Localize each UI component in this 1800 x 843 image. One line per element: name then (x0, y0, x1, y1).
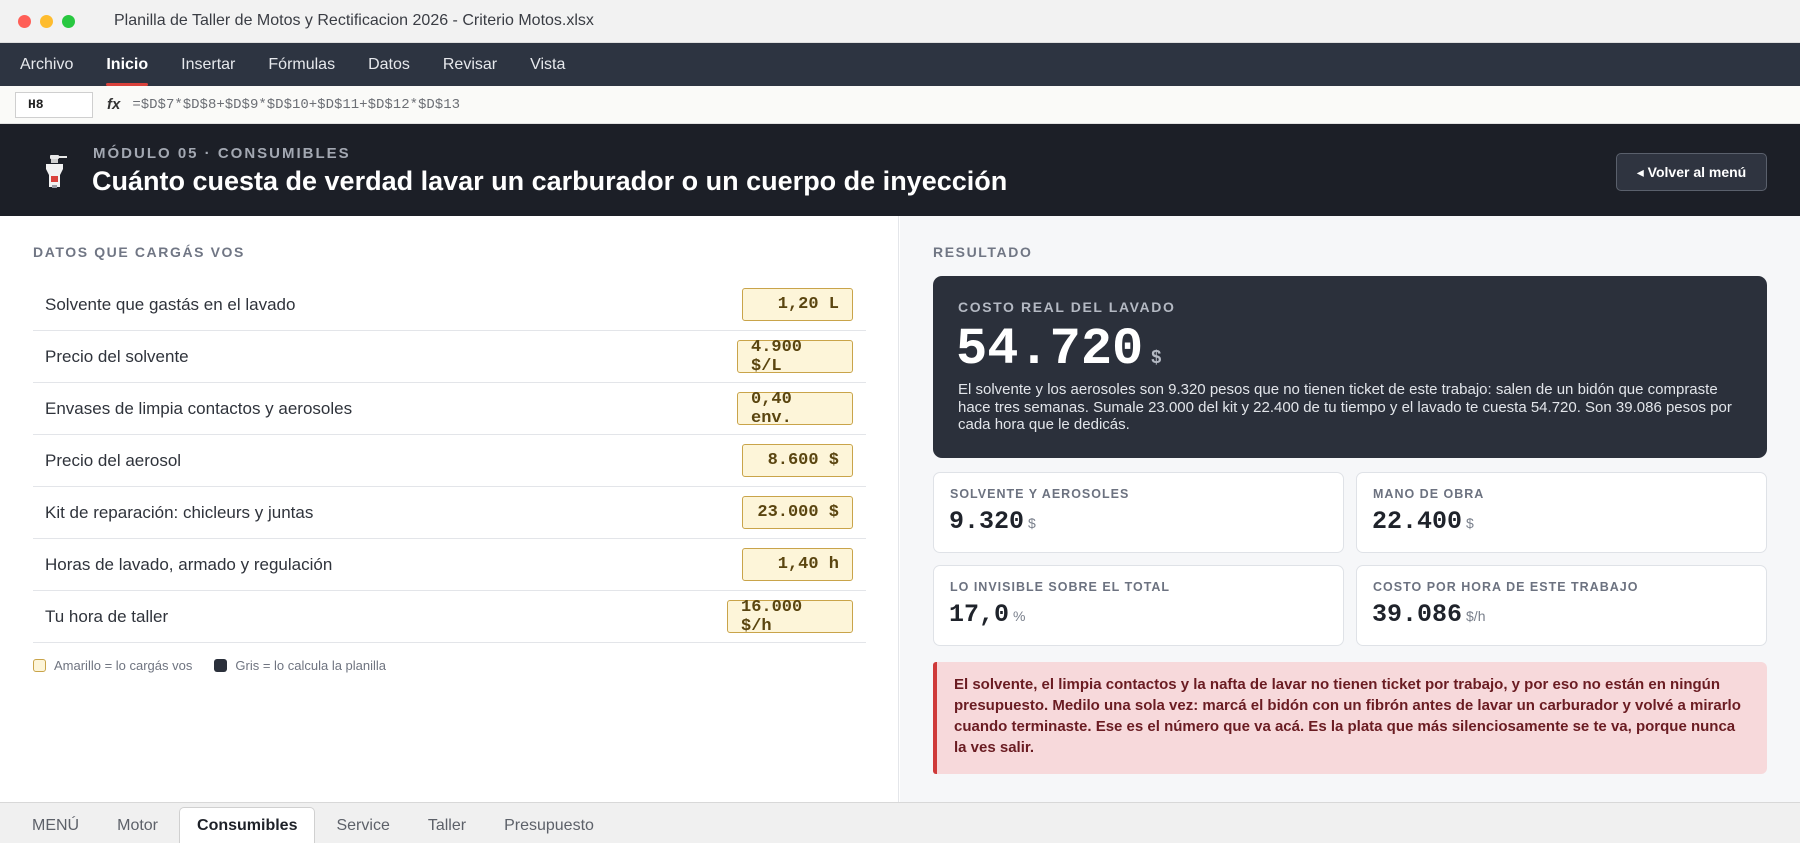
warning-callout: El solvente, el limpia contactos y la na… (933, 662, 1767, 774)
input-label: Envases de limpia contactos y aerosoles (45, 398, 353, 418)
results-section-title: RESULTADO (933, 244, 1033, 260)
solvent-price-input[interactable]: 4.900 $/L (737, 338, 853, 376)
ribbon-tab-formulas[interactable]: Fórmulas (268, 43, 335, 86)
back-to-menu-button[interactable]: ◂ Volver al menú (1616, 153, 1767, 191)
total-cost-label: COSTO REAL DEL LAVADO (958, 299, 1176, 315)
legend-swatch-yellow (33, 659, 46, 672)
input-label: Horas de lavado, armado y regulación (45, 554, 333, 574)
input-row-solvent-price: Precio del solvente 4.900 $/L (33, 331, 866, 383)
ribbon-tab-datos[interactable]: Datos (368, 43, 410, 86)
ribbon-tab-vista[interactable]: Vista (530, 43, 565, 86)
input-label: Precio del aerosol (45, 450, 182, 470)
card-value: 9.320 (949, 507, 1025, 536)
ribbon-tab-inicio[interactable]: Inicio (106, 43, 148, 86)
card-value-line: 9.320 $ (949, 507, 1036, 536)
card-value: 39.086 (1372, 600, 1463, 629)
fx-icon: fx (107, 96, 121, 113)
sheet-tab-motor[interactable]: Motor (100, 809, 175, 843)
input-row-hourly-rate: Tu hora de taller 16.000 $/h (33, 591, 866, 643)
sheet-tab-consumibles[interactable]: Consumibles (179, 807, 316, 843)
maximize-window-button[interactable] (62, 14, 75, 28)
card-value-line: 22.400 $ (1372, 507, 1474, 536)
window-title: Planilla de Taller de Motos y Rectificac… (114, 12, 594, 29)
formula-input[interactable]: =$D$7*$D$8+$D$9*$D$10+$D$11+$D$12*$D$13 (132, 97, 460, 113)
window-controls (18, 14, 75, 28)
total-cost-card: COSTO REAL DEL LAVADO 54.720 $ El solvent… (933, 276, 1767, 458)
color-legend: Amarillo = lo cargás vos Gris = lo calcu… (33, 658, 386, 673)
hourly-rate-input[interactable]: 16.000 $/h (727, 598, 853, 636)
card-label: LO INVISIBLE SOBRE EL TOTAL (950, 580, 1171, 594)
legend-swatch-gray (214, 659, 228, 672)
inputs-panel: DATOS QUE CARGÁS VOS Solvente que gastás… (0, 216, 899, 802)
card-value-line: 39.086 $/h (1372, 600, 1485, 629)
legend-gray-text: Gris = lo calcula la planilla (235, 658, 387, 673)
aerosol-price-input[interactable]: 8.600 $ (742, 444, 853, 477)
card-value: 17,0 (949, 600, 1010, 629)
input-label: Precio del solvente (45, 346, 189, 366)
cell-name-box[interactable]: H8 (15, 91, 93, 118)
sheet-tab-menu[interactable]: MENÚ (15, 809, 96, 843)
card-unit: $ (1028, 515, 1036, 531)
ribbon-tab-archivo[interactable]: Archivo (20, 43, 73, 86)
input-label: Tu hora de taller (45, 606, 169, 626)
total-cost-description: El solvente y los aerosoles son 9.320 pe… (958, 381, 1732, 433)
card-unit: $ (1466, 515, 1474, 531)
legend-yellow-text: Amarillo = lo cargás vos (54, 658, 193, 673)
labor-hours-input[interactable]: 1,40 h (742, 548, 853, 581)
total-cost-value-line: 54.720 $ (956, 320, 1161, 379)
input-label: Solvente que gastás en el lavado (45, 294, 296, 314)
module-title: Cuánto cuesta de verdad lavar un carbura… (92, 166, 1008, 196)
total-cost-unit: $ (1151, 347, 1162, 367)
invisible-share-card: LO INVISIBLE SOBRE EL TOTAL 17,0% (933, 565, 1344, 646)
card-value-line: 17,0% (949, 600, 1025, 629)
card-unit: % (1013, 608, 1026, 624)
labor-card: MANO DE OBRA 22.400 $ (1356, 472, 1767, 553)
sheet-tab-service[interactable]: Service (319, 809, 406, 843)
window-titlebar: Planilla de Taller de Motos y Rectificac… (0, 0, 1800, 43)
card-label: COSTO POR HORA DE ESTE TRABAJO (1373, 580, 1639, 594)
input-row-solvent-liters: Solvente que gastás en el lavado 1,20 L (33, 279, 866, 331)
card-label: MANO DE OBRA (1373, 487, 1485, 501)
card-unit: $/h (1466, 608, 1486, 624)
solvent-aerosol-card: SOLVENTE Y AEROSOLES 9.320 $ (933, 472, 1344, 553)
repair-kit-input[interactable]: 23.000 $ (742, 496, 853, 529)
ribbon-tab-revisar[interactable]: Revisar (443, 43, 497, 86)
aerosol-cans-input[interactable]: 0,40 env. (737, 390, 853, 428)
inputs-section-title: DATOS QUE CARGÁS VOS (33, 244, 245, 260)
input-row-labor-hours: Horas de lavado, armado y regulación 1,4… (33, 539, 866, 591)
input-label: Kit de reparación: chicleurs y juntas (45, 502, 314, 522)
results-panel: RESULTADO COSTO REAL DEL LAVADO 54.720 $ … (900, 216, 1800, 802)
close-window-button[interactable] (18, 14, 31, 28)
input-row-repair-kit: Kit de reparación: chicleurs y juntas 23… (33, 487, 866, 539)
solvent-liters-input[interactable]: 1,20 L (742, 288, 853, 321)
sheet-tab-presupuesto[interactable]: Presupuesto (487, 809, 611, 843)
cost-per-hour-card: COSTO POR HORA DE ESTE TRABAJO 39.086 $/h (1356, 565, 1767, 646)
ribbon-menu: Archivo Inicio Insertar Fórmulas Datos R… (0, 43, 1800, 86)
sheet-tabs: MENÚ Motor Consumibles Service Taller Pr… (0, 802, 1800, 843)
spray-can-icon (46, 155, 67, 188)
sheet-tab-taller[interactable]: Taller (411, 809, 483, 843)
module-header: MÓDULO 05 · CONSUMIBLES Cuánto cuesta de… (0, 124, 1800, 216)
ribbon-tab-insertar[interactable]: Insertar (181, 43, 235, 86)
total-cost-value: 54.720 (956, 320, 1144, 379)
inputs-list: Solvente que gastás en el lavado 1,20 L … (33, 279, 866, 643)
formula-bar: H8 fx =$D$7*$D$8+$D$9*$D$10+$D$11+$D$12*… (0, 86, 1800, 124)
input-row-aerosol-cans: Envases de limpia contactos y aerosoles … (33, 383, 866, 435)
module-kicker: MÓDULO 05 · CONSUMIBLES (93, 145, 351, 162)
minimize-window-button[interactable] (40, 14, 53, 28)
card-value: 22.400 (1372, 507, 1463, 536)
card-label: SOLVENTE Y AEROSOLES (950, 487, 1130, 501)
input-row-aerosol-price: Precio del aerosol 8.600 $ (33, 435, 866, 487)
